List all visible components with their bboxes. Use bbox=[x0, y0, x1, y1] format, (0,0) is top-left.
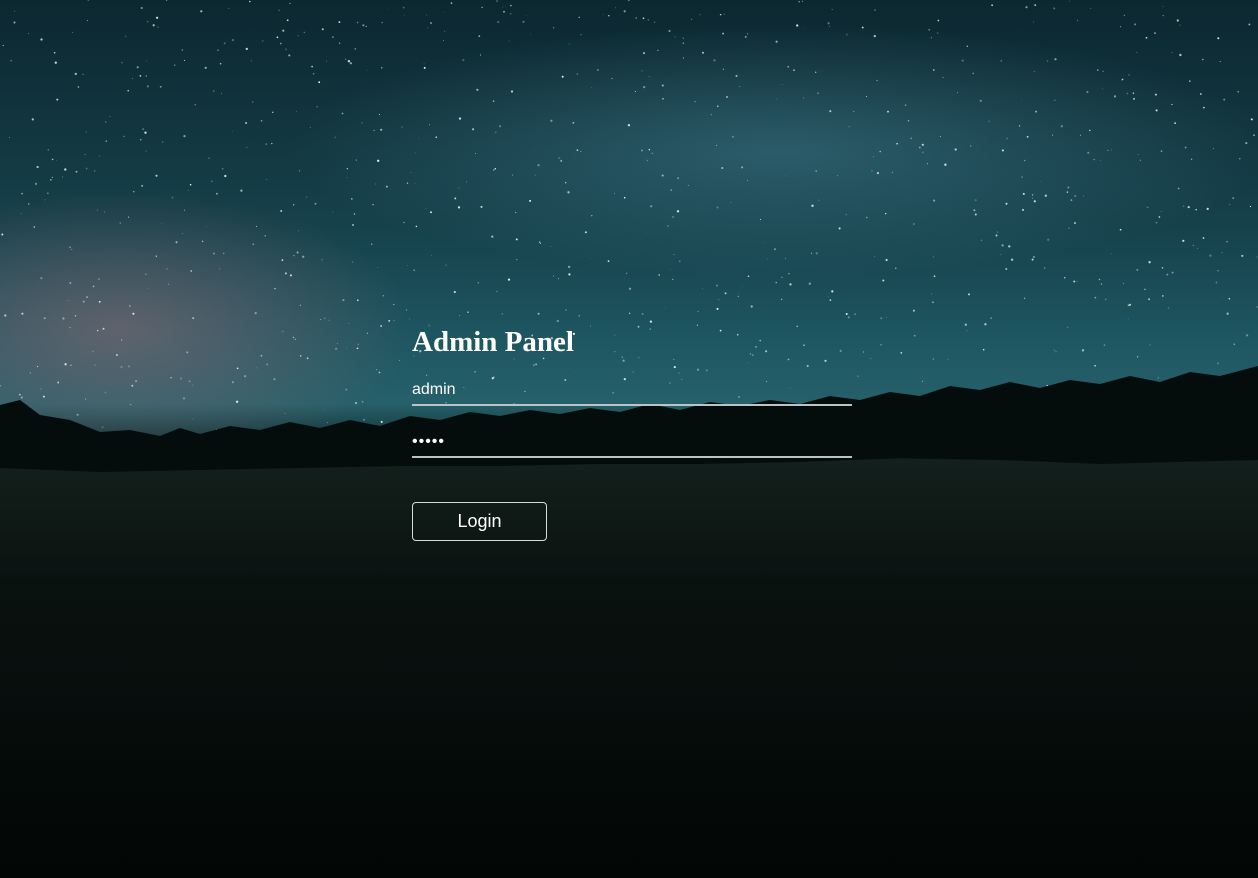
login-button[interactable]: Login bbox=[412, 502, 547, 541]
login-form: Admin Panel Login bbox=[412, 322, 852, 541]
password-field[interactable] bbox=[412, 428, 852, 458]
page-title: Admin Panel bbox=[412, 326, 574, 358]
username-field[interactable] bbox=[412, 376, 852, 406]
